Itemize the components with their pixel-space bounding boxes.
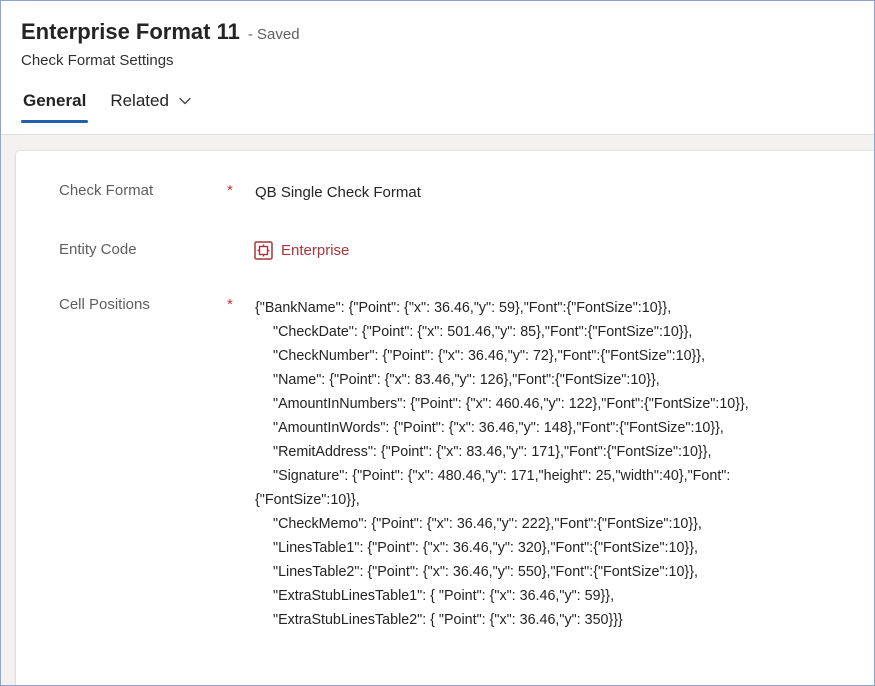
cell-positions-required-marker: * [227,296,233,313]
form-header: Enterprise Format 11 - Saved Check Forma… [1,1,874,135]
cell-positions-label: Cell Positions [59,296,150,313]
json-line: "AmountInWords": {"Point": {"x": 36.46,"… [273,420,724,436]
json-line: {"BankName": {"Point": {"x": 36.46,"y": … [255,300,672,316]
json-line: "ExtraStubLinesTable1": { "Point": {"x":… [273,588,615,604]
save-status: - Saved [247,26,300,43]
tab-general-label: General [23,91,87,110]
form-window: Enterprise Format 11 - Saved Check Forma… [0,0,875,686]
json-line: "Name": {"Point": {"x": 83.46,"y": 126},… [273,372,660,388]
tab-related[interactable]: Related [108,89,194,123]
json-line: "LinesTable2": {"Point": {"x": 36.46,"y"… [273,564,698,580]
entity-subtitle: Check Format Settings [21,52,174,69]
json-line: {"FontSize":10}}, [255,492,360,508]
json-line: "RemitAddress": {"Point": {"x": 83.46,"y… [273,444,712,460]
entity-lookup-icon [254,241,273,260]
check-format-required-marker: * [227,182,233,199]
json-line: "LinesTable1": {"Point": {"x": 36.46,"y"… [273,540,698,556]
json-line: "Signature": {"Point": {"x": 480.46,"y":… [273,468,731,484]
json-line: "CheckNumber": {"Point": {"x": 36.46,"y"… [273,348,706,364]
check-format-label: Check Format [59,182,154,199]
chevron-down-icon [179,97,191,105]
cell-positions-value[interactable]: {"BankName": {"Point": {"x": 36.46,"y": … [255,296,749,632]
tab-list: General Related [21,89,194,123]
title-row: Enterprise Format 11 - Saved [21,19,300,45]
entity-code-label: Entity Code [59,241,137,258]
json-line: "CheckDate": {"Point": {"x": 501.46,"y":… [273,324,693,340]
record-title: Enterprise Format 11 [21,19,240,44]
json-line: "AmountInNumbers": {"Point": {"x": 460.4… [273,396,749,412]
check-format-value[interactable]: QB Single Check Format [255,184,421,201]
json-line: "ExtraStubLinesTable2": { "Point": {"x":… [273,612,623,628]
entity-code-link[interactable]: Enterprise [281,242,349,259]
entity-code-lookup[interactable]: Enterprise [254,241,349,260]
general-section: Check Format * QB Single Check Format En… [16,151,874,685]
tab-general[interactable]: General [21,89,89,123]
json-line: "CheckMemo": {"Point": {"x": 36.46,"y": … [273,516,702,532]
tab-related-label: Related [110,91,169,110]
